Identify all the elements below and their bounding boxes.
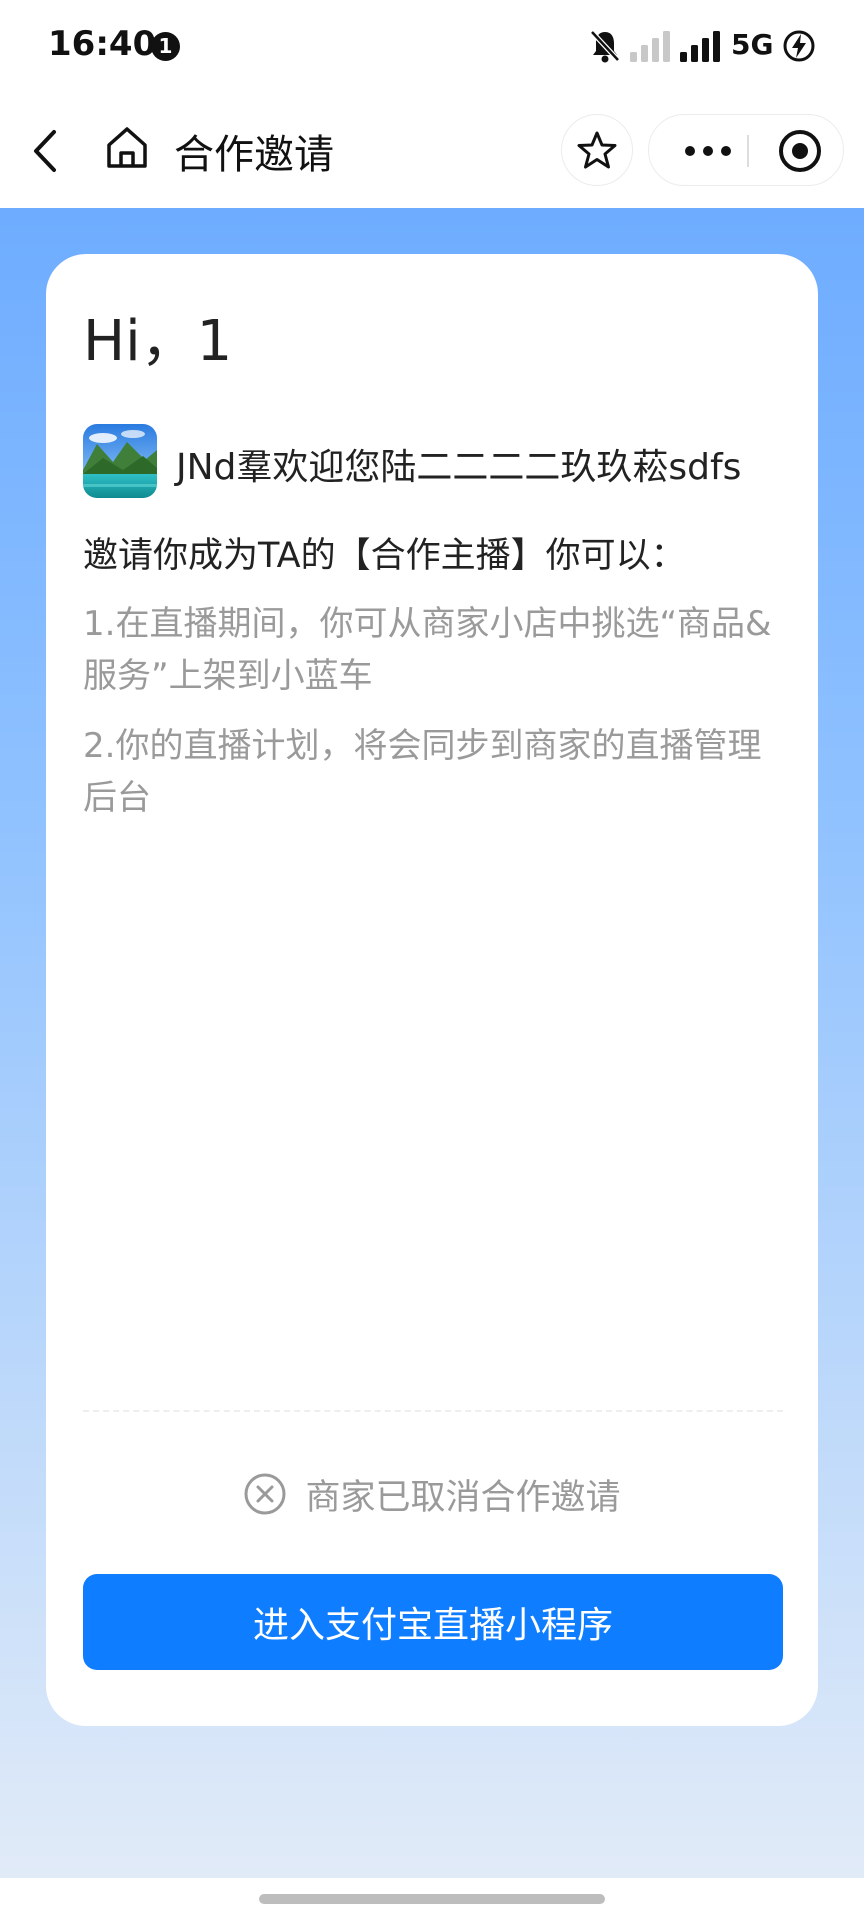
signal-weak-icon <box>630 31 670 62</box>
signal-strong-icon <box>680 31 720 62</box>
status-bar: 16:40 1 5G <box>0 0 864 92</box>
enter-miniapp-button[interactable]: 进入支付宝直播小程序 <box>83 1574 783 1670</box>
home-icon[interactable] <box>104 124 150 170</box>
notification-badge: 1 <box>151 32 180 61</box>
page-title: 合作邀请 <box>174 132 334 178</box>
favorite-button[interactable] <box>561 114 633 186</box>
home-indicator[interactable] <box>259 1894 605 1904</box>
home-indicator-area <box>0 1878 864 1920</box>
back-icon[interactable] <box>26 126 66 176</box>
rule-item: 2.你的直播计划，将会同步到商家的直播管理后台 <box>83 726 762 818</box>
shop-avatar <box>83 424 157 498</box>
star-icon <box>577 131 617 169</box>
rule-item: 1.在直播期间，你可从商家小店中挑选“商品&服务”上架到小蓝车 <box>83 604 772 696</box>
nav-bar: 合作邀请 <box>0 92 864 208</box>
invitation-card: Hi，1 JNd羣欢迎您陆二二二二玖玖菘sdfs 邀请你成为TA的【合作主播】你… <box>46 254 818 1726</box>
status-text: 商家已取消合作邀请 <box>305 1477 621 1518</box>
divider <box>83 1410 783 1412</box>
bell-muted-icon <box>590 30 620 63</box>
close-miniapp-icon <box>779 130 821 172</box>
shop-name: JNd羣欢迎您陆二二二二玖玖菘sdfs <box>176 447 742 488</box>
greeting: Hi，1 <box>83 309 233 374</box>
cancel-circle-icon <box>244 1473 286 1515</box>
status-time: 16:40 <box>48 24 157 64</box>
more-icon <box>685 146 731 156</box>
network-type: 5G <box>731 28 774 61</box>
battery-charging-icon <box>783 30 815 62</box>
close-miniapp-button[interactable] <box>769 115 831 187</box>
more-button[interactable] <box>673 115 743 187</box>
miniapp-capsule <box>648 114 844 186</box>
invite-heading: 邀请你成为TA的【合作主播】你可以： <box>83 536 686 576</box>
invitation-status: 商家已取消合作邀请 <box>46 1466 818 1522</box>
capsule-divider <box>747 135 749 167</box>
